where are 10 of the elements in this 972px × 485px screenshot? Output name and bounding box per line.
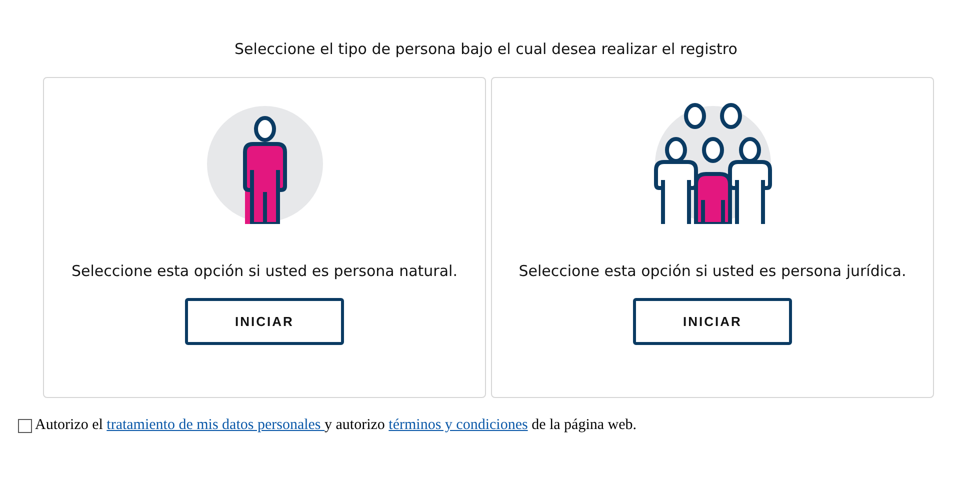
consent-link[interactable]: términos y condiciones bbox=[388, 417, 528, 433]
consent-text: Autorizo el tratamiento de mis datos personales y autorizo términos y condiciones de la página web. bbox=[35, 417, 637, 434]
consent-checkbox[interactable] bbox=[18, 418, 32, 432]
page-heading: Seleccione el tipo de persona bajo el cual desea realizar el registro bbox=[234, 40, 738, 58]
consent-link[interactable]: tratamiento de mis datos personales bbox=[106, 417, 325, 433]
option-description: Seleccione esta opción si usted es persona natural. bbox=[72, 262, 458, 280]
person-icon bbox=[204, 104, 324, 224]
start-button[interactable]: INICIAR bbox=[185, 298, 344, 345]
start-button[interactable]: INICIAR bbox=[633, 298, 792, 345]
option-description: Seleccione esta opción si usted es persona jurídica. bbox=[518, 262, 906, 280]
